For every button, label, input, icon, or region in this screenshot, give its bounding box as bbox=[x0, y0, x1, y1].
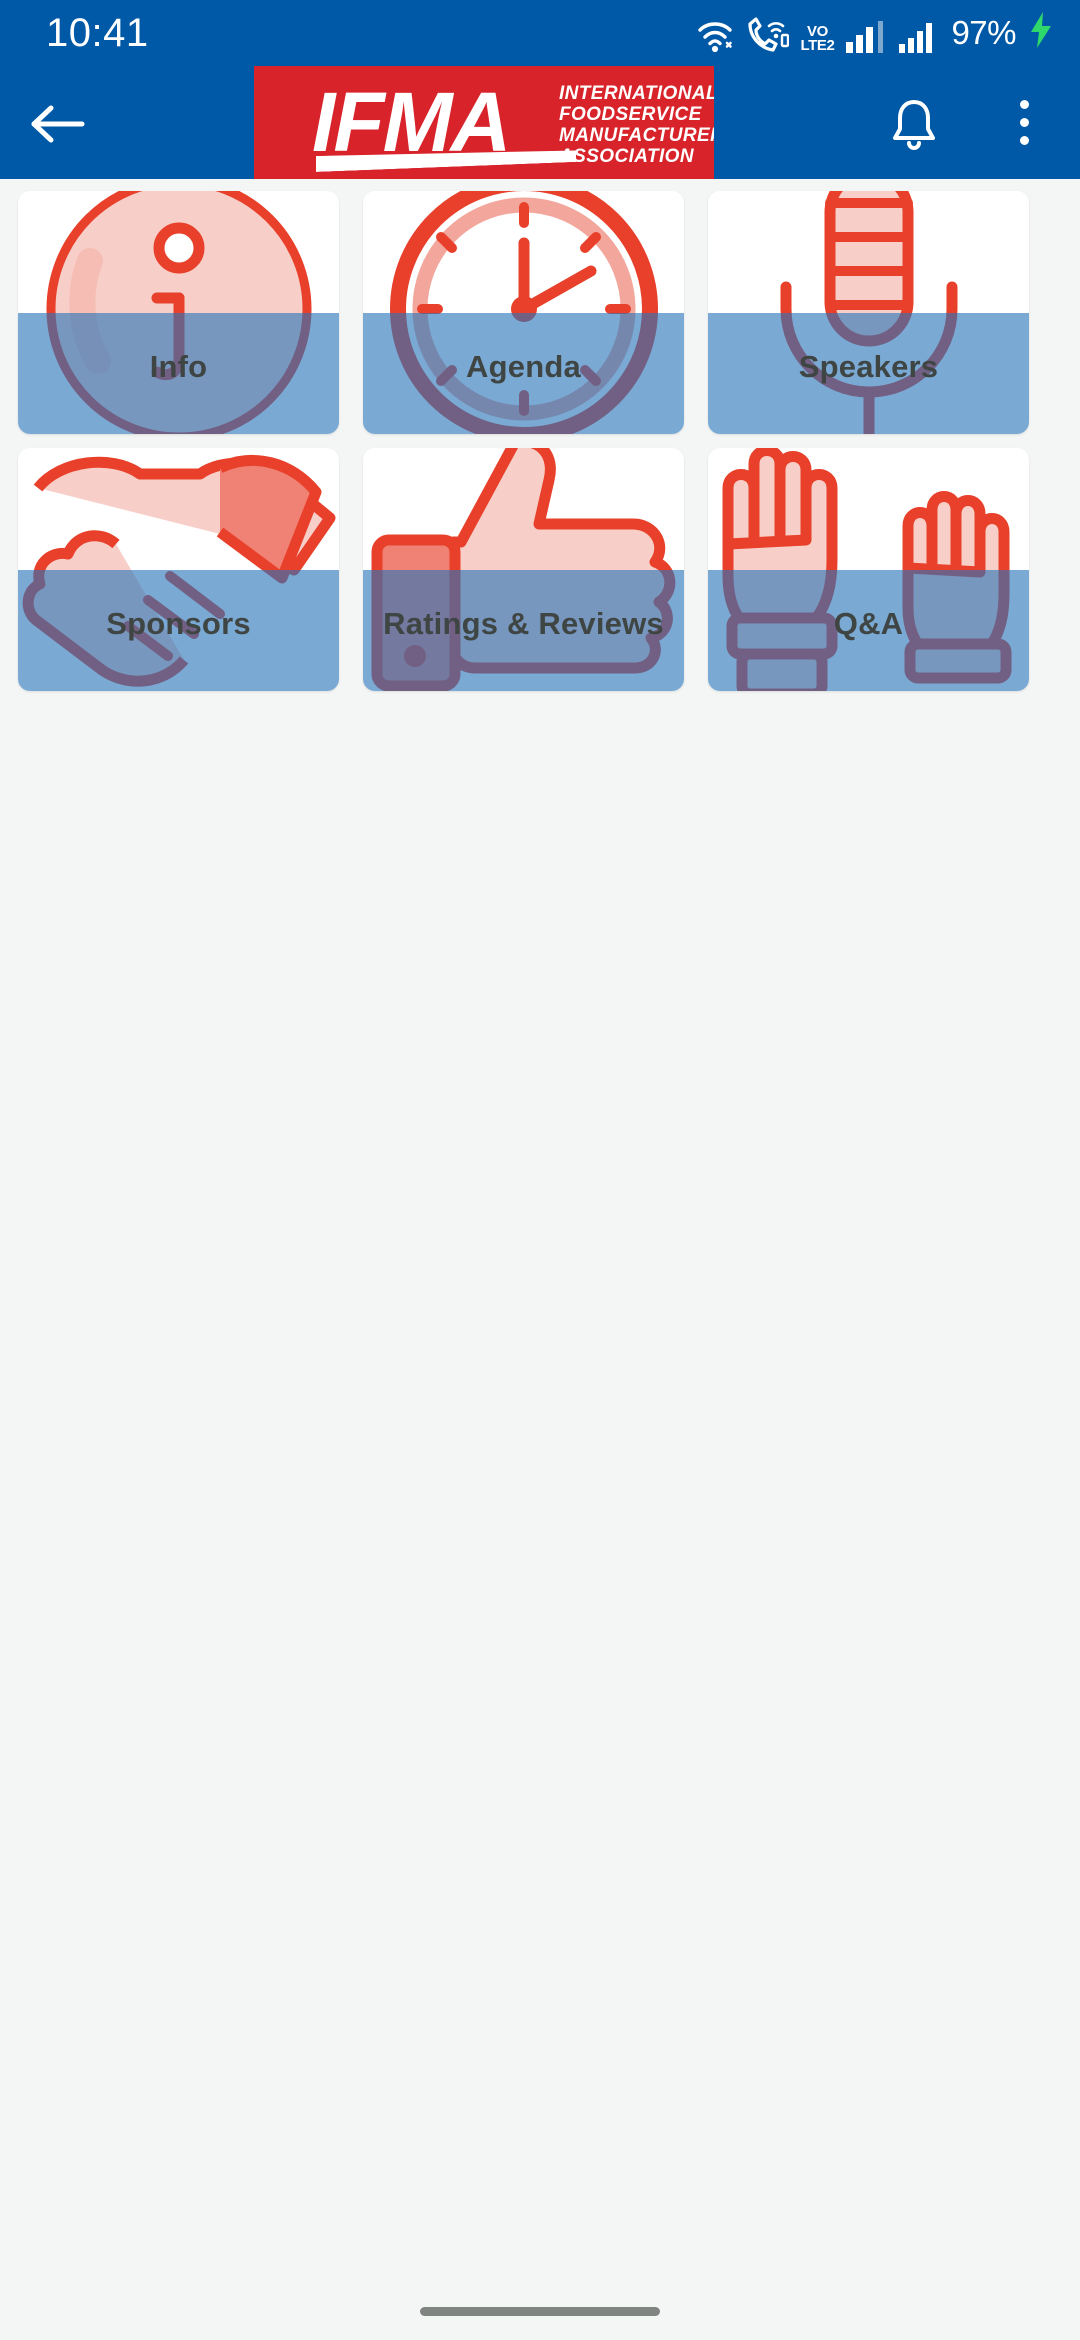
home-gesture-pill[interactable] bbox=[420, 2307, 660, 2316]
status-bar-icons: VO LTE2 97% bbox=[696, 11, 1054, 55]
tile-qa[interactable]: Q&A bbox=[708, 448, 1029, 691]
status-bar-clock: 10:41 bbox=[46, 10, 149, 55]
tile-ratings-reviews-label: Ratings & Reviews bbox=[383, 606, 664, 642]
volte-icon: VO LTE2 bbox=[800, 13, 834, 53]
ifma-tagline-line-3: MANUFACTURERS bbox=[559, 125, 714, 146]
battery-charging-icon bbox=[1028, 11, 1054, 55]
back-button[interactable] bbox=[0, 66, 112, 179]
tile-speakers-band: Speakers bbox=[708, 312, 1029, 434]
app-bar: IFMA INTERNATIONAL FOODSERVICE MANUFACTU… bbox=[0, 66, 1080, 179]
tile-sponsors-label: Sponsors bbox=[106, 606, 251, 642]
tile-speakers-label: Speakers bbox=[798, 349, 939, 385]
tile-agenda-label: Agenda bbox=[466, 349, 581, 385]
ifma-tagline: INTERNATIONAL FOODSERVICE MANUFACTURERS … bbox=[559, 83, 714, 167]
menu-grid: Info Agenda Speakers Sponsors Ratings & … bbox=[0, 191, 1080, 691]
status-bar: 10:41 VO LTE2 97% bbox=[0, 0, 1080, 66]
signal-bars-sim1-icon bbox=[845, 13, 887, 53]
bell-icon bbox=[890, 98, 935, 150]
tile-sponsors[interactable]: Sponsors bbox=[18, 448, 339, 691]
tile-ratings-reviews-band: Ratings & Reviews bbox=[363, 569, 684, 691]
tile-sponsors-band: Sponsors bbox=[18, 569, 339, 691]
tile-info[interactable]: Info bbox=[18, 191, 339, 434]
notifications-button[interactable] bbox=[856, 66, 968, 179]
volte-sim-index: 2 bbox=[826, 37, 835, 54]
volte-label-bottom: LTE bbox=[800, 37, 827, 54]
ifma-tagline-line-1: INTERNATIONAL bbox=[559, 83, 714, 104]
tile-speakers[interactable]: Speakers bbox=[708, 191, 1029, 434]
tile-ratings-reviews[interactable]: Ratings & Reviews bbox=[363, 448, 684, 691]
back-arrow-icon bbox=[29, 103, 85, 143]
tile-agenda-band: Agenda bbox=[363, 312, 684, 434]
tile-info-label: Info bbox=[149, 349, 208, 385]
app-screen: 10:41 VO LTE2 97% IFMA INTERNATIONAL FOO… bbox=[0, 0, 1080, 2340]
tile-qa-label: Q&A bbox=[833, 606, 904, 642]
tile-qa-band: Q&A bbox=[708, 569, 1029, 691]
tile-info-band: Info bbox=[18, 312, 339, 434]
ifma-tagline-line-2: FOODSERVICE bbox=[559, 104, 702, 125]
battery-percent-label: 97% bbox=[951, 14, 1016, 51]
ifma-logo: IFMA INTERNATIONAL FOODSERVICE MANUFACTU… bbox=[254, 66, 714, 179]
wifi-calling-icon bbox=[747, 13, 790, 53]
overflow-menu-button[interactable] bbox=[968, 66, 1080, 179]
ifma-tagline-line-4: ASSOCIATION bbox=[559, 146, 694, 167]
signal-bars-sim2-icon bbox=[898, 13, 938, 53]
app-logo: IFMA INTERNATIONAL FOODSERVICE MANUFACTU… bbox=[112, 66, 856, 179]
wifi-icon bbox=[696, 13, 736, 53]
tile-agenda[interactable]: Agenda bbox=[363, 191, 684, 434]
kebab-menu-icon bbox=[1019, 100, 1029, 145]
